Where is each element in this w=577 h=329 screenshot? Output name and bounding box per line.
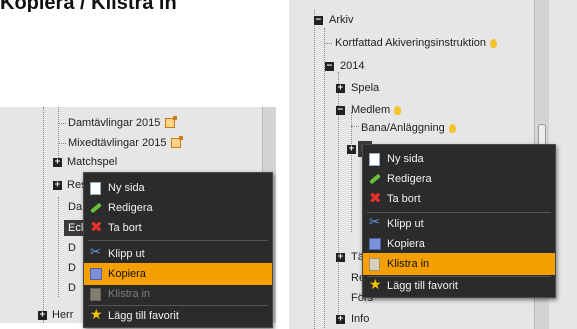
tree-node-d[interactable]: D: [68, 240, 76, 256]
paste-icon: [369, 258, 380, 271]
menu-item-lagg-till-favorit[interactable]: ★ Lägg till favorit: [84, 305, 272, 327]
menu-item-ta-bort[interactable]: ✖ Ta bort: [84, 217, 272, 239]
menu-separator: [88, 240, 268, 241]
tree-node-d[interactable]: D: [68, 280, 76, 296]
tree-node-herr[interactable]: Herr: [52, 307, 73, 323]
tree-node-info[interactable]: Info: [351, 311, 369, 327]
tree-branch-line: [58, 143, 66, 144]
star-icon: ★: [90, 307, 103, 323]
menu-item-klistra-in: Klistra in: [84, 283, 272, 305]
menu-item-kopiera[interactable]: Kopiera: [363, 233, 555, 255]
tree-node-medlem[interactable]: Medlem: [351, 102, 402, 118]
tree-node-bana-anlaggning[interactable]: Bana/Anläggning: [361, 120, 456, 136]
pencil-icon: [90, 202, 102, 214]
menu-item-klipp-ut[interactable]: ✂ Klipp ut: [363, 213, 555, 235]
collapse-icon[interactable]: −: [314, 16, 323, 25]
scrollbar-thumb[interactable]: [538, 124, 546, 146]
expand-icon[interactable]: +: [336, 253, 345, 262]
lightbulb-icon: [490, 38, 498, 48]
expand-icon[interactable]: +: [38, 311, 47, 320]
external-link-icon: [171, 136, 184, 149]
menu-item-ta-bort[interactable]: ✖ Ta bort: [363, 188, 555, 210]
tree-node-arkiv[interactable]: Arkiv: [329, 12, 353, 28]
tree-node-matchspel[interactable]: Matchspel: [67, 154, 117, 170]
star-icon: ★: [369, 277, 382, 293]
paste-icon: [90, 288, 101, 301]
expand-icon[interactable]: +: [53, 181, 62, 190]
pencil-icon: [369, 173, 381, 185]
tree-node-2014[interactable]: 2014: [340, 58, 364, 74]
page-icon: [369, 153, 380, 166]
scissors-icon: ✂: [369, 215, 380, 230]
copy-icon: [369, 238, 381, 250]
lightbulb-icon: [448, 123, 456, 133]
tree-node-damtavlingar-2015[interactable]: Damtävlingar 2015: [68, 115, 178, 131]
expand-icon[interactable]: +: [53, 158, 62, 167]
tree-node-d[interactable]: D: [68, 260, 76, 276]
right-context-menu: Ny sida Redigera ✖ Ta bort ✂ Klipp ut Ko…: [362, 144, 556, 298]
menu-item-lagg-till-favorit[interactable]: ★ Lägg till favorit: [363, 275, 555, 297]
delete-icon: ✖: [369, 189, 382, 207]
tree-branch-line: [324, 43, 332, 44]
delete-icon: ✖: [90, 218, 103, 236]
external-link-icon: [165, 116, 178, 129]
lightbulb-icon: [394, 105, 402, 115]
expand-icon[interactable]: +: [336, 315, 345, 324]
menu-item-kopiera[interactable]: Kopiera: [84, 263, 272, 285]
tree-guide-line: [351, 112, 352, 232]
tree-node-mixedtavlingar-2015[interactable]: Mixedtävlingar 2015: [68, 135, 184, 151]
tree-node-da[interactable]: Da: [68, 199, 82, 215]
expand-icon[interactable]: +: [347, 145, 356, 154]
tree-guide-line: [314, 10, 315, 329]
left-context-menu: Ny sida Redigera ✖ Ta bort ✂ Klipp ut Ko…: [83, 172, 273, 328]
tree-guide-line: [43, 107, 44, 323]
menu-item-redigera[interactable]: Redigera: [363, 168, 555, 190]
tree-branch-line: [58, 123, 66, 124]
tree-node-kortfattad-akiveringsinstruktion[interactable]: Kortfattad Akiveringsinstruktion: [335, 35, 498, 51]
collapse-icon[interactable]: −: [325, 62, 334, 71]
collapse-icon[interactable]: −: [336, 106, 345, 115]
tree-guide-line: [58, 107, 59, 162]
page-title: Kopiera / Klistra in: [0, 0, 177, 12]
scissors-icon: ✂: [90, 245, 101, 260]
menu-item-klipp-ut[interactable]: ✂ Klipp ut: [84, 243, 272, 265]
tree-guide-line: [58, 197, 59, 297]
menu-item-ny-sida[interactable]: Ny sida: [363, 148, 555, 170]
tree-guide-line: [324, 28, 325, 328]
copy-icon: [90, 268, 102, 280]
page-icon: [90, 182, 101, 195]
tree-node-spela[interactable]: Spela: [351, 80, 379, 96]
menu-item-klistra-in[interactable]: Klistra in: [363, 253, 555, 275]
menu-item-ny-sida[interactable]: Ny sida: [84, 177, 272, 199]
menu-item-redigera[interactable]: Redigera: [84, 197, 272, 219]
tree-branch-line: [351, 126, 359, 127]
expand-icon[interactable]: +: [336, 84, 345, 93]
